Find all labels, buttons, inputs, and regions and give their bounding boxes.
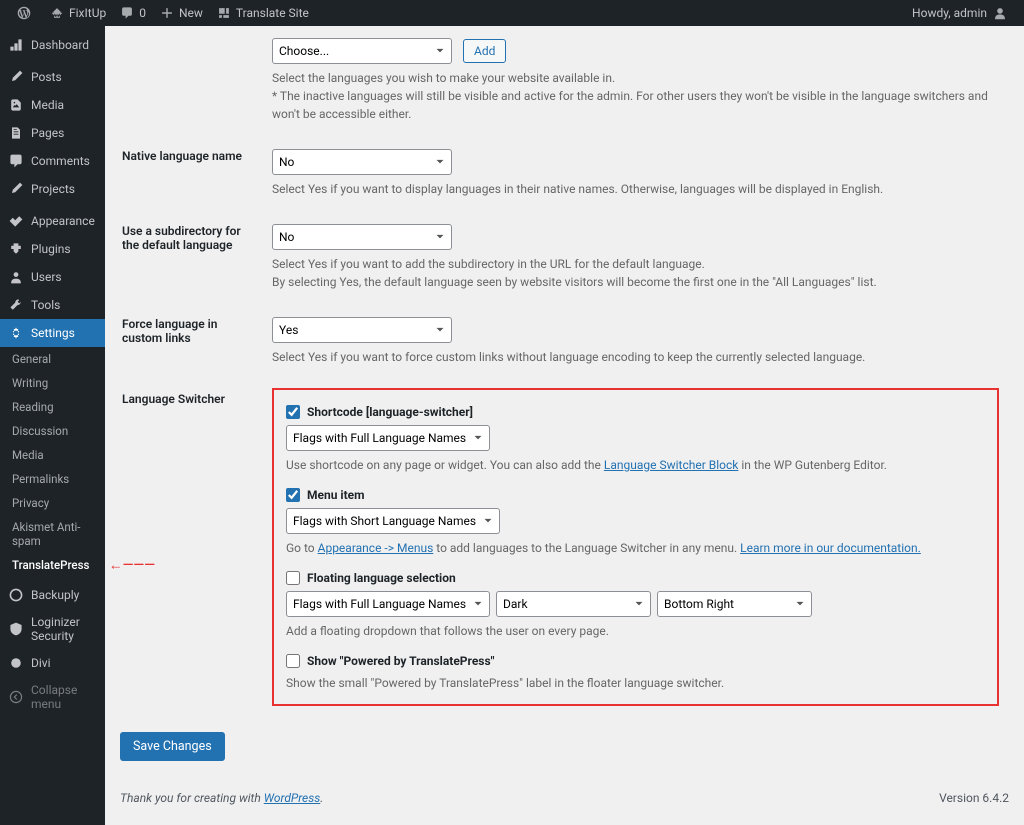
- menu-loginizer[interactable]: Loginizer Security: [0, 609, 105, 649]
- docs-link[interactable]: Learn more in our documentation.: [740, 541, 921, 555]
- menuitem-checkbox[interactable]: [286, 488, 300, 502]
- all-languages-select[interactable]: Choose...: [272, 38, 452, 64]
- menu-posts[interactable]: Posts: [0, 63, 105, 91]
- translate-site[interactable]: Translate Site: [210, 0, 316, 26]
- save-changes-button[interactable]: Save Changes: [120, 732, 225, 761]
- floating-checkbox-row[interactable]: Floating language selection: [286, 571, 985, 585]
- floating-theme-select[interactable]: Dark: [496, 591, 651, 617]
- sub-general[interactable]: General: [0, 347, 105, 371]
- wp-logo[interactable]: [10, 0, 43, 26]
- sub-reading[interactable]: Reading: [0, 395, 105, 419]
- footer-version: Version 6.4.2: [939, 791, 1009, 805]
- wordpress-link[interactable]: WordPress: [264, 791, 321, 805]
- collapse-menu[interactable]: Collapse menu: [0, 677, 105, 717]
- subdir-description: Select Yes if you want to add the subdir…: [272, 255, 999, 291]
- floating-style-select[interactable]: Flags with Full Language Names: [286, 591, 490, 617]
- menu-dashboard[interactable]: Dashboard: [0, 31, 105, 59]
- native-description: Select Yes if you want to display langua…: [272, 180, 999, 198]
- sub-media[interactable]: Media: [0, 443, 105, 467]
- menu-settings[interactable]: Settings: [0, 319, 105, 347]
- shortcode-checkbox[interactable]: [286, 405, 300, 419]
- comments-bubble[interactable]: 0: [113, 0, 153, 26]
- new-content[interactable]: New: [153, 0, 210, 26]
- force-select[interactable]: Yes: [272, 317, 452, 343]
- menuitem-checkbox-row[interactable]: Menu item: [286, 488, 985, 502]
- subdir-select[interactable]: No: [272, 224, 452, 250]
- floating-checkbox[interactable]: [286, 571, 300, 585]
- floating-position-select[interactable]: Bottom Right: [657, 591, 812, 617]
- switcher-label: Language Switcher: [122, 378, 262, 716]
- add-language-button[interactable]: Add: [463, 39, 506, 63]
- poweredby-description: Show the small "Powered by TranslatePres…: [286, 674, 985, 692]
- site-title-text: FixItUp: [69, 6, 106, 20]
- menuitem-style-select[interactable]: Flags with Short Language Names: [286, 508, 500, 534]
- howdy-text: Howdy, admin: [912, 6, 987, 20]
- sub-translatepress[interactable]: TranslatePress ←———: [0, 553, 105, 577]
- sub-discussion[interactable]: Discussion: [0, 419, 105, 443]
- poweredby-checkbox-row[interactable]: Show "Powered by TranslatePress": [286, 654, 985, 668]
- sub-writing[interactable]: Writing: [0, 371, 105, 395]
- menu-projects[interactable]: Projects: [0, 175, 105, 203]
- menu-appearance[interactable]: Appearance: [0, 207, 105, 235]
- switcher-block-link[interactable]: Language Switcher Block: [604, 458, 738, 472]
- menu-backuply[interactable]: Backuply: [0, 581, 105, 609]
- menu-pages[interactable]: Pages: [0, 119, 105, 147]
- menu-plugins[interactable]: Plugins: [0, 235, 105, 263]
- poweredby-checkbox[interactable]: [286, 654, 300, 668]
- sub-akismet[interactable]: Akismet Anti-spam: [0, 515, 105, 553]
- site-name[interactable]: FixItUp: [43, 0, 113, 26]
- menu-comments[interactable]: Comments: [0, 147, 105, 175]
- translate-label: Translate Site: [236, 6, 309, 20]
- language-switcher-box: Shortcode [language-switcher] Flags with…: [272, 388, 999, 706]
- menu-users[interactable]: Users: [0, 263, 105, 291]
- force-description: Select Yes if you want to force custom l…: [272, 348, 999, 366]
- force-label: Force language in custom links: [122, 303, 262, 376]
- all-languages-description: Select the languages you wish to make yo…: [272, 69, 999, 123]
- shortcode-style-select[interactable]: Flags with Full Language Names: [286, 425, 490, 451]
- shortcode-checkbox-row[interactable]: Shortcode [language-switcher]: [286, 405, 985, 419]
- shortcode-description: Use shortcode on any page or widget. You…: [286, 456, 985, 474]
- menu-tools[interactable]: Tools: [0, 291, 105, 319]
- native-label: Native language name: [122, 135, 262, 208]
- menuitem-description: Go to Appearance -> Menus to add languag…: [286, 539, 985, 557]
- new-label: New: [179, 6, 203, 20]
- native-select[interactable]: No: [272, 149, 452, 175]
- howdy-account[interactable]: Howdy, admin: [905, 0, 1014, 26]
- floating-description: Add a floating dropdown that follows the…: [286, 622, 985, 640]
- subdir-label: Use a subdirectory for the default langu…: [122, 210, 262, 301]
- appearance-menus-link[interactable]: Appearance -> Menus: [318, 541, 434, 555]
- comment-count: 0: [139, 6, 146, 20]
- footer-thanks: Thank you for creating with WordPress.: [120, 791, 323, 805]
- menu-divi[interactable]: Divi: [0, 649, 105, 677]
- sub-permalinks[interactable]: Permalinks: [0, 467, 105, 491]
- menu-media[interactable]: Media: [0, 91, 105, 119]
- sub-privacy[interactable]: Privacy: [0, 491, 105, 515]
